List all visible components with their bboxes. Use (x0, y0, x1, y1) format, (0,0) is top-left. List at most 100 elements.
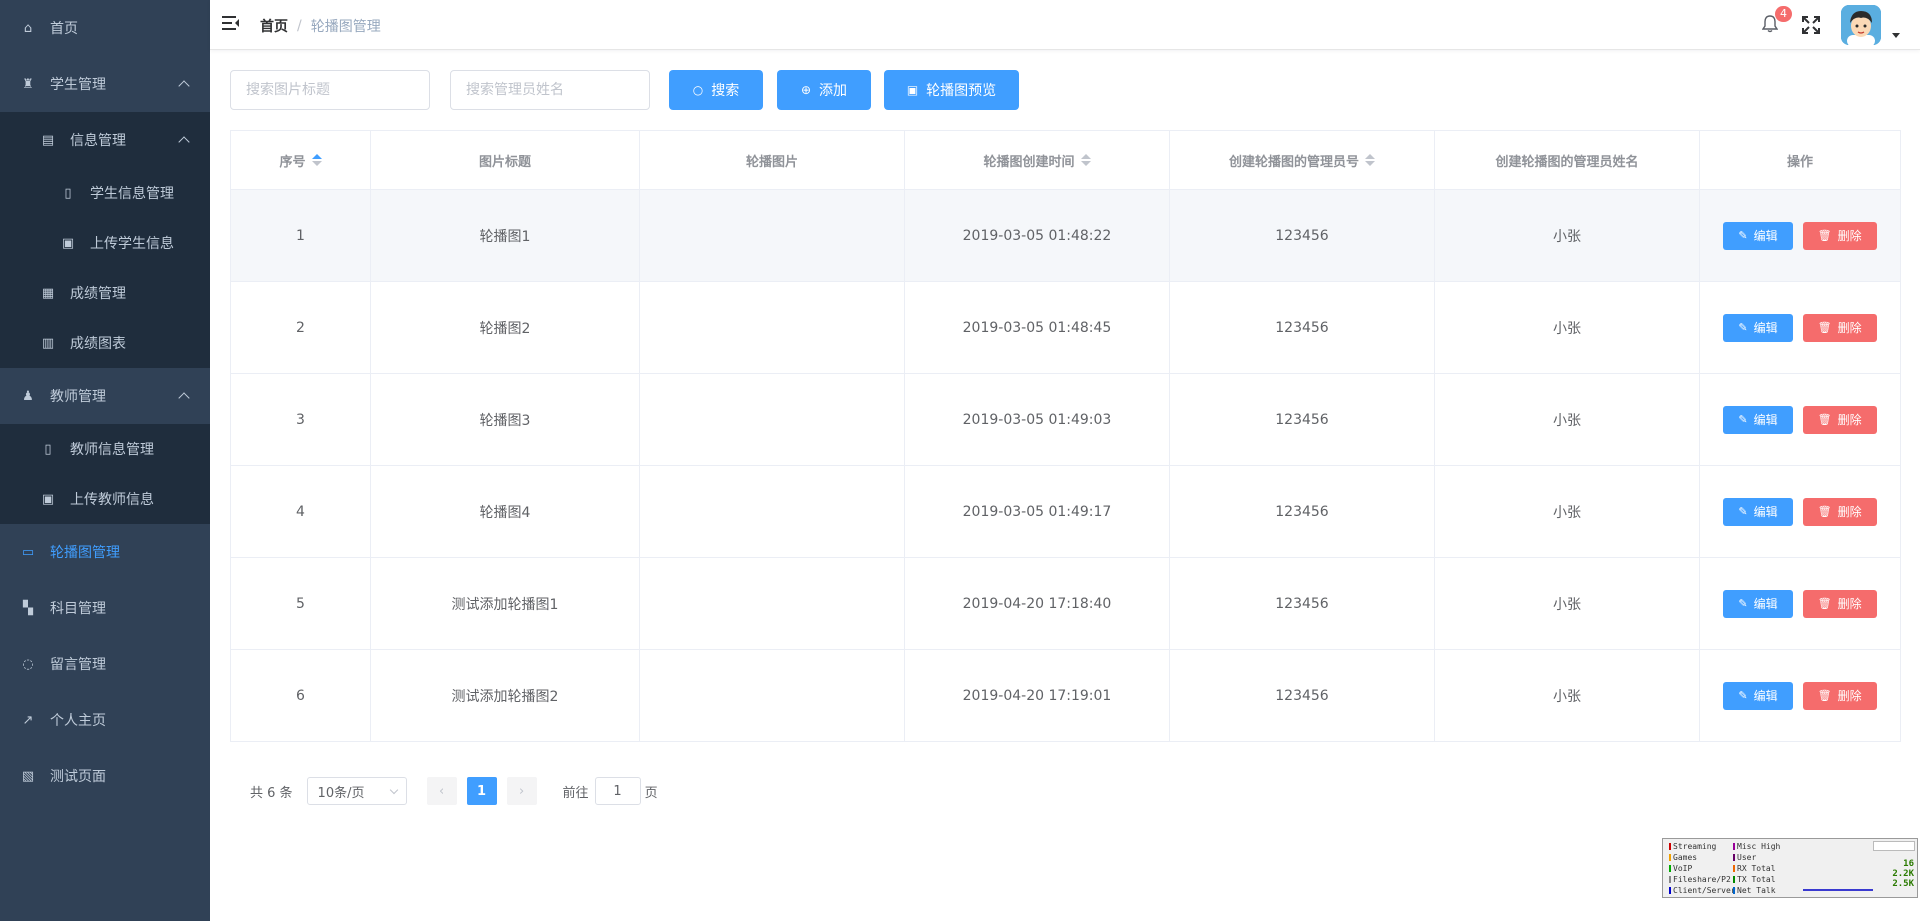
sidebar-item-home[interactable]: ⌂ 首页 (0, 0, 210, 56)
sidebar-item-student-info[interactable]: ▯ 学生信息管理 (0, 168, 210, 218)
cell-image (640, 190, 905, 281)
search-admin-input[interactable] (450, 70, 650, 110)
cell-value: 4 (296, 503, 305, 520)
fullscreen-icon[interactable] (1802, 16, 1820, 34)
trash-icon: 🗑 (1817, 505, 1832, 518)
sidebar-item-upload-teacher[interactable]: ▣ 上传教师信息 (0, 474, 210, 524)
edit-button-label: 编辑 (1753, 505, 1778, 519)
sidebar-item-teacher-info[interactable]: ▯ 教师信息管理 (0, 424, 210, 474)
search-button[interactable]: ○ 搜索 (669, 70, 763, 110)
delete-button-label: 删除 (1837, 229, 1862, 243)
carousel-preview-button[interactable]: ▣ 轮播图预览 (884, 70, 1019, 110)
widget-legend-left: Streaming Games VoIP Fileshare/P2 Client… (1669, 841, 1736, 896)
avatar[interactable] (1841, 5, 1881, 45)
cell-value: 轮播图1 (479, 228, 531, 245)
column-header-label: 创建轮播图的管理员姓名 (1495, 154, 1639, 170)
page-size-select[interactable]: 10条/页 (306, 777, 407, 805)
external-link-icon: ↗ (22, 712, 34, 728)
table-row[interactable]: 5 测试添加轮播图1 2019-04-20 17:18:40 123456 小张… (231, 558, 1900, 650)
breadcrumb-current: 轮播图管理 (310, 19, 381, 35)
sidebar-item-grade-chart[interactable]: ▥ 成绩图表 (0, 318, 210, 368)
sidebar-item-message[interactable]: ◌ 留言管理 (0, 636, 210, 692)
edit-button[interactable]: ✎ 编辑 (1723, 589, 1793, 618)
cell-created: 2019-03-05 01:49:17 (905, 466, 1170, 557)
excel-icon: ▣ (61, 235, 75, 251)
legend-item: Misc High (1737, 842, 1781, 851)
edit-button[interactable]: ✎ 编辑 (1723, 681, 1793, 710)
delete-button[interactable]: 🗑 删除 (1802, 497, 1877, 526)
page-number-1[interactable]: 1 (466, 777, 497, 805)
cell-title: 轮播图1 (371, 190, 640, 281)
delete-button[interactable]: 🗑 删除 (1802, 221, 1877, 250)
cell-admin-name: 小张 (1435, 650, 1700, 741)
column-header-title: 图片标题 (371, 131, 640, 190)
cell-title: 轮播图3 (371, 374, 640, 465)
carousel-icon: ▭ (21, 544, 35, 560)
sort-icon[interactable] (1080, 153, 1091, 167)
sidebar-item-label: 上传教师信息 (70, 492, 154, 508)
prev-page-button[interactable]: ‹ (426, 777, 457, 805)
edit-button[interactable]: ✎ 编辑 (1723, 497, 1793, 526)
cell-created: 2019-03-05 01:48:22 (905, 190, 1170, 281)
cell-admin-name: 小张 (1435, 282, 1700, 373)
search-title-input[interactable] (230, 70, 430, 110)
next-page-button[interactable]: › (506, 777, 537, 805)
cell-index: 4 (231, 466, 371, 557)
breadcrumb-home[interactable]: 首页 (260, 16, 288, 36)
table-row[interactable]: 6 测试添加轮播图2 2019-04-20 17:19:01 123456 小张… (231, 650, 1900, 742)
sidebar-item-grade-management[interactable]: ▦ 成绩管理 (0, 268, 210, 318)
edit-button[interactable]: ✎ 编辑 (1723, 313, 1793, 342)
cell-actions: ✎ 编辑 🗑 删除 (1700, 282, 1900, 373)
column-header-label: 图片标题 (478, 154, 531, 170)
edit-button[interactable]: ✎ 编辑 (1723, 221, 1793, 250)
delete-button[interactable]: 🗑 删除 (1802, 681, 1877, 710)
caret-down-icon[interactable] (1892, 33, 1900, 38)
edit-button-label: 编辑 (1753, 413, 1778, 427)
delete-button[interactable]: 🗑 删除 (1802, 313, 1877, 342)
widget-legend-right: Misc High User RX Total TX Total Net Tal… (1733, 841, 1780, 896)
edit-button-label: 编辑 (1753, 689, 1778, 703)
cell-value: 2019-03-05 01:48:22 (962, 227, 1112, 244)
table-row[interactable]: 4 轮播图4 2019-03-05 01:49:17 123456 小张 ✎ 编… (231, 466, 1900, 558)
cell-value: 2019-04-20 17:18:40 (962, 595, 1112, 612)
sidebar-item-info-management[interactable]: ▤ 信息管理 (0, 115, 210, 165)
legend-item: Net Talk (1737, 886, 1776, 895)
cell-value: 测试添加轮播图1 (451, 596, 559, 613)
table-row[interactable]: 1 轮播图1 2019-03-05 01:48:22 123456 小张 ✎ 编… (231, 190, 1900, 282)
sidebar-item-student-management[interactable]: ♜ 学生管理 (0, 56, 210, 112)
column-header-created[interactable]: 轮播图创建时间 (905, 131, 1170, 190)
delete-button[interactable]: 🗑 删除 (1802, 405, 1877, 434)
cell-index: 1 (231, 190, 371, 281)
sidebar-item-subject[interactable]: ▚ 科目管理 (0, 580, 210, 636)
sidebar-item-carousel[interactable]: ▭ 轮播图管理 (0, 524, 210, 580)
hamburger-icon[interactable] (222, 15, 240, 31)
widget-values: 16 2.2K 2.5K (1892, 859, 1914, 889)
add-button[interactable]: ⊕ 添加 (777, 70, 871, 110)
cell-admin-id: 123456 (1170, 190, 1435, 281)
cell-created: 2019-04-20 17:18:40 (905, 558, 1170, 649)
goto-page-input[interactable] (594, 777, 641, 805)
legend-item: VoIP (1673, 864, 1693, 873)
chevron-right-icon: › (518, 783, 525, 799)
sidebar-item-upload-student[interactable]: ▣ 上传学生信息 (0, 218, 210, 268)
cell-value: 123456 (1275, 411, 1329, 428)
edit-icon: ✎ (1738, 229, 1748, 242)
network-monitor-widget[interactable]: Streaming Games VoIP Fileshare/P2 Client… (1662, 838, 1918, 898)
table-row[interactable]: 2 轮播图2 2019-03-05 01:48:45 123456 小张 ✎ 编… (231, 282, 1900, 374)
cell-value: 2019-03-05 01:49:03 (962, 411, 1112, 428)
sort-icon[interactable] (311, 153, 322, 167)
widget-value: 16 (1903, 859, 1914, 869)
sidebar: ⌂ 首页 ♜ 学生管理 ▤ 信息管理 ▯ 学生信息管理 ▣ 上传学生信息 ▦ 成… (0, 0, 210, 921)
sidebar-item-test[interactable]: ▧ 测试页面 (0, 748, 210, 804)
delete-button[interactable]: 🗑 删除 (1802, 589, 1877, 618)
table-row[interactable]: 3 轮播图3 2019-03-05 01:49:03 123456 小张 ✎ 编… (231, 374, 1900, 466)
column-header-admin-id[interactable]: 创建轮播图的管理员号 (1170, 131, 1435, 190)
delete-button-label: 删除 (1837, 597, 1862, 611)
sidebar-item-profile[interactable]: ↗ 个人主页 (0, 692, 210, 748)
sort-icon[interactable] (1365, 153, 1375, 167)
edit-button[interactable]: ✎ 编辑 (1723, 405, 1793, 434)
column-header-index[interactable]: 序号 (231, 131, 371, 190)
cell-title: 测试添加轮播图2 (371, 650, 640, 741)
goto-suffix: 页 (644, 785, 658, 801)
sidebar-item-teacher-management[interactable]: ♟ 教师管理 (0, 368, 210, 424)
